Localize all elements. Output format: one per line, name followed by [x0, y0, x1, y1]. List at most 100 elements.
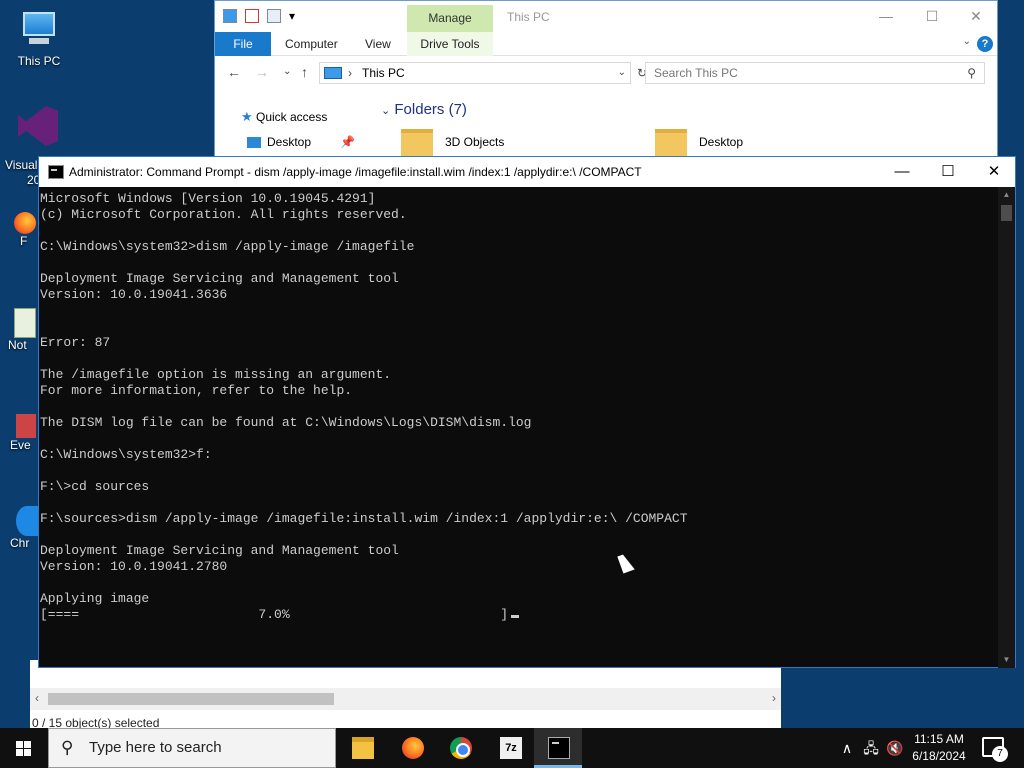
address-path: This PC	[362, 66, 405, 80]
network-icon[interactable]: 🖧	[860, 728, 882, 768]
chevron-right-icon[interactable]: ›	[348, 63, 352, 83]
taskbar-app-file-explorer[interactable]	[338, 728, 386, 768]
this-pc-icon	[324, 67, 342, 79]
checkmark-icon[interactable]	[245, 9, 259, 23]
taskbar-app-chrome[interactable]	[436, 728, 484, 768]
tab-manage[interactable]: Manage	[407, 5, 493, 32]
console-line: Deployment Image Servicing and Managemen…	[40, 271, 399, 286]
folders-group-header[interactable]: ⌄ Folders (7)	[381, 101, 467, 118]
scrollbar-thumb[interactable]	[48, 693, 334, 705]
quick-access-toolbar: ▾	[223, 9, 297, 23]
minimize-button[interactable]: —	[863, 1, 909, 32]
properties-icon[interactable]	[223, 9, 237, 23]
desktop-icon-label: Visual	[5, 158, 38, 172]
clock-date: 6/18/2024	[912, 749, 966, 763]
scroll-right-icon[interactable]: ›	[772, 691, 776, 705]
chevron-down-icon[interactable]: ⌄	[618, 63, 626, 83]
clock-time: 11:15 AM	[914, 732, 964, 746]
desktop-icon-chrome-partial[interactable]: Chr	[10, 506, 38, 550]
desktop-icon-notepad-partial[interactable]: Not	[8, 308, 36, 352]
taskbar-app-command-prompt[interactable]	[534, 728, 582, 768]
taskbar-app-firefox[interactable]	[388, 728, 436, 768]
sidebar-item-label: Quick access	[256, 110, 328, 124]
tab-file[interactable]: File	[215, 32, 271, 56]
sidebar-item-desktop[interactable]: Desktop 📌	[247, 135, 355, 149]
address-bar[interactable]: › This PC ⌄	[319, 62, 631, 84]
scroll-down-icon[interactable]: ▼	[998, 652, 1015, 668]
chevron-down-icon[interactable]: ⌄	[963, 36, 971, 47]
close-button[interactable]: ✕	[953, 1, 999, 32]
tab-computer[interactable]: Computer	[285, 37, 338, 51]
recent-locations-icon[interactable]: ⌄	[283, 66, 291, 77]
scroll-up-icon[interactable]: ▲	[998, 187, 1015, 203]
clock[interactable]: 11:15 AM 6/18/2024	[904, 731, 974, 765]
forward-arrow-icon[interactable]: →	[255, 64, 269, 80]
show-hidden-icons-chevron-icon[interactable]: ∧	[838, 728, 856, 768]
start-button[interactable]	[0, 728, 48, 768]
progress-line: [==== 7.0% ]	[40, 607, 999, 623]
new-folder-icon[interactable]	[267, 9, 281, 23]
horizontal-scrollbar[interactable]: ‹ ›	[30, 688, 781, 710]
minimize-button[interactable]: —	[879, 157, 925, 187]
desktop-icon-visual-studio[interactable]	[0, 106, 58, 146]
taskbar-search-input[interactable]: ⚲ Type here to search	[48, 728, 336, 768]
firefox-icon	[402, 737, 424, 759]
back-arrow-icon[interactable]: ←	[227, 64, 241, 80]
sidebar-item-quick-access[interactable]: ★ Quick access	[241, 109, 327, 125]
this-pc-icon	[19, 10, 59, 50]
explorer-titlebar: ▾ Manage This PC — ☐ ✕	[215, 1, 997, 32]
console-line: C:\Windows\system32>dism /apply-image /i…	[40, 239, 415, 254]
command-prompt-icon	[548, 737, 570, 759]
address-row: ← → ⌄ ↑ › This PC ⌄ ↻ Search This PC ⚲	[215, 56, 997, 90]
text-cursor	[511, 615, 520, 618]
desktop-icon-event-viewer-partial[interactable]: Eve	[10, 414, 36, 452]
notepad-icon	[14, 308, 36, 338]
cmd-titlebar[interactable]: Administrator: Command Prompt - dism /ap…	[39, 157, 1015, 187]
desktop-icon-label: F	[20, 234, 28, 248]
taskbar: ⚲ Type here to search 7z ∧ 🖧 🔇 11:15 AM …	[0, 728, 1024, 768]
chevron-down-icon[interactable]: ▾	[289, 9, 297, 23]
scroll-left-icon[interactable]: ‹	[35, 691, 39, 705]
file-explorer-window: ▾ Manage This PC — ☐ ✕ File Computer Vie…	[214, 0, 998, 159]
visual-studio-icon	[18, 106, 58, 146]
7zip-icon: 7z	[500, 737, 522, 759]
pin-icon[interactable]: 📌	[340, 135, 355, 149]
tab-drive-tools[interactable]: Drive Tools	[407, 32, 493, 56]
window-title: Administrator: Command Prompt - dism /ap…	[69, 165, 642, 179]
desktop-icon-label: Not	[8, 338, 27, 352]
maximize-button[interactable]: ☐	[909, 1, 955, 32]
desktop-icon-firefox-partial[interactable]: F	[14, 212, 36, 248]
folders-group-label: Folders (7)	[394, 101, 467, 118]
maximize-button[interactable]: ☐	[925, 157, 971, 187]
taskbar-app-7zip[interactable]: 7z	[486, 728, 534, 768]
tab-view[interactable]: View	[365, 37, 391, 51]
desktop-icon-label: Eve	[10, 438, 31, 452]
console-line: Version: 10.0.19041.2780	[40, 559, 228, 574]
star-icon: ★	[241, 109, 253, 124]
up-arrow-icon[interactable]: ↑	[301, 64, 308, 80]
console-line: C:\Windows\system32>f:	[40, 447, 212, 462]
explorer-window-bottom: ‹ › 0 / 15 object(s) selected	[30, 660, 781, 732]
command-prompt-window[interactable]: Administrator: Command Prompt - dism /ap…	[38, 156, 1016, 668]
search-icon: ⚲	[967, 66, 976, 80]
vertical-scrollbar[interactable]: ▲ ▼	[998, 187, 1015, 668]
console-line: Error: 87	[40, 335, 111, 350]
search-input[interactable]: Search This PC ⚲	[645, 62, 985, 84]
console-line: Microsoft Windows [Version 10.0.19045.42…	[40, 191, 376, 206]
console-output[interactable]: Microsoft Windows [Version 10.0.19045.42…	[39, 187, 999, 668]
volume-muted-icon[interactable]: 🔇	[884, 728, 906, 768]
progress-text: [==== 7.0% ]	[40, 607, 509, 622]
scrollbar-thumb[interactable]	[1001, 205, 1012, 221]
desktop-icon-this-pc[interactable]: This PC	[0, 10, 78, 68]
close-button[interactable]: ✕	[971, 157, 1017, 187]
help-icon[interactable]: ?	[977, 36, 993, 52]
folder-icon	[401, 129, 433, 159]
file-explorer-icon	[352, 737, 374, 759]
